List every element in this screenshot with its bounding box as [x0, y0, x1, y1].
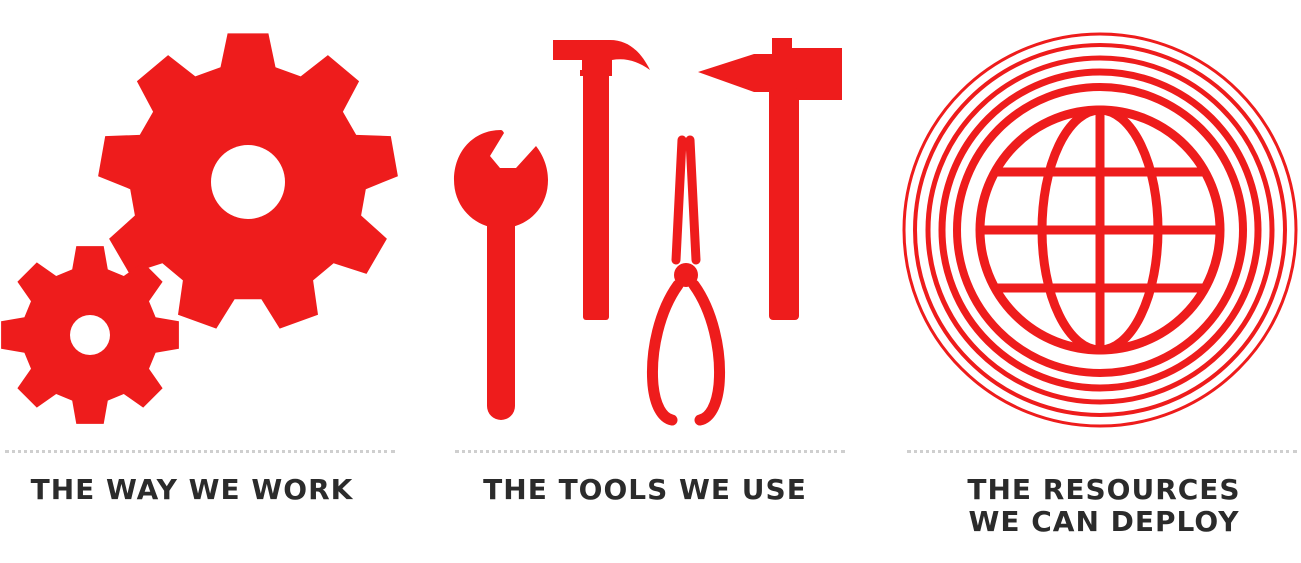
caption-way-we-work: THE WAY WE WORK	[30, 473, 354, 506]
caption-resources: THE RESOURCES WE CAN DEPLOY	[967, 473, 1241, 538]
panel-way-we-work: THE WAY WE WORK	[0, 0, 400, 563]
caption-tools-we-use: THE TOOLS WE USE	[483, 473, 807, 506]
wrench-icon	[454, 130, 548, 420]
tools-svg	[454, 38, 842, 426]
divider	[907, 450, 1297, 453]
small-gear-icon	[1, 246, 179, 424]
gear-hole	[211, 145, 285, 219]
globe-icon	[895, 0, 1301, 440]
divider	[455, 450, 845, 453]
globe-grid-icon	[975, 105, 1225, 355]
gears-icon	[0, 0, 400, 440]
panel-resources: THE RESOURCES WE CAN DEPLOY	[895, 0, 1301, 563]
globe-svg	[902, 32, 1298, 428]
claw-hammer-icon	[553, 40, 650, 320]
gears-svg	[1, 33, 398, 424]
sledge-hammer-icon	[698, 38, 842, 320]
gear-hole	[70, 315, 110, 355]
pliers-icon	[647, 135, 725, 426]
tools-icon	[440, 0, 850, 440]
divider	[5, 450, 395, 453]
panel-tools-we-use: THE TOOLS WE USE	[440, 0, 850, 563]
